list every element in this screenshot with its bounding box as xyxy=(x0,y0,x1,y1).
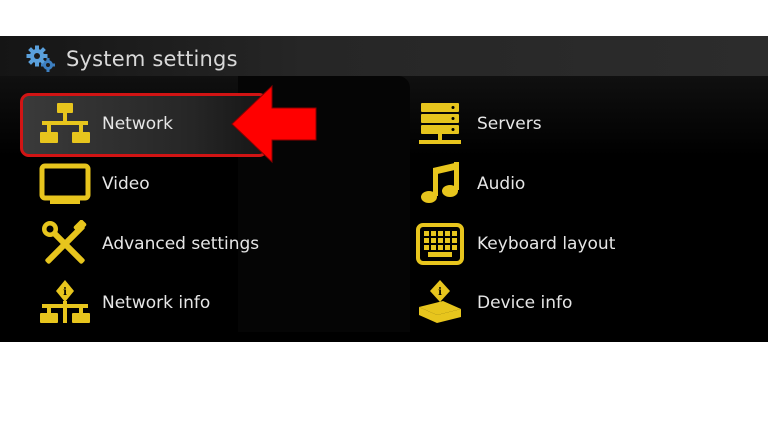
menu-item-label: Advanced settings xyxy=(102,234,260,254)
red-arrow-icon xyxy=(230,84,318,164)
menu-item-label: Network info xyxy=(102,293,211,313)
network-icon xyxy=(36,98,94,150)
menu-item-label: Device info xyxy=(477,293,573,313)
svg-text:i: i xyxy=(63,287,67,298)
network-info-icon: i xyxy=(36,277,94,329)
keyboard-icon xyxy=(411,218,469,270)
device-info-icon: i xyxy=(411,277,469,329)
settings-screen: System settings Network Video Advanced s… xyxy=(0,36,768,342)
menu-item-label: Network xyxy=(102,114,173,134)
menu-item-servers[interactable]: Servers xyxy=(411,96,542,152)
menu-item-network-info[interactable]: i Network info xyxy=(36,275,210,331)
page-header: System settings xyxy=(26,44,238,74)
menu-item-label: Servers xyxy=(477,114,542,134)
menu-item-label: Keyboard layout xyxy=(477,234,616,254)
menu-item-label: Audio xyxy=(477,174,526,194)
menu-item-network[interactable]: Network xyxy=(36,96,173,152)
monitor-icon xyxy=(36,158,94,210)
bottom-edge xyxy=(0,332,768,342)
page-title: System settings xyxy=(66,47,238,71)
svg-text:i: i xyxy=(438,287,442,298)
tools-icon xyxy=(36,218,94,270)
menu-item-advanced-settings[interactable]: Advanced settings xyxy=(36,216,259,272)
menu-item-label: Video xyxy=(102,174,150,194)
menu-item-keyboard-layout[interactable]: Keyboard layout xyxy=(411,216,615,272)
servers-icon xyxy=(411,98,469,150)
menu-item-video[interactable]: Video xyxy=(36,156,150,212)
gears-icon xyxy=(26,45,56,73)
menu-item-audio[interactable]: Audio xyxy=(411,156,525,212)
music-note-icon xyxy=(411,158,469,210)
menu-item-device-info[interactable]: i Device info xyxy=(411,275,572,331)
